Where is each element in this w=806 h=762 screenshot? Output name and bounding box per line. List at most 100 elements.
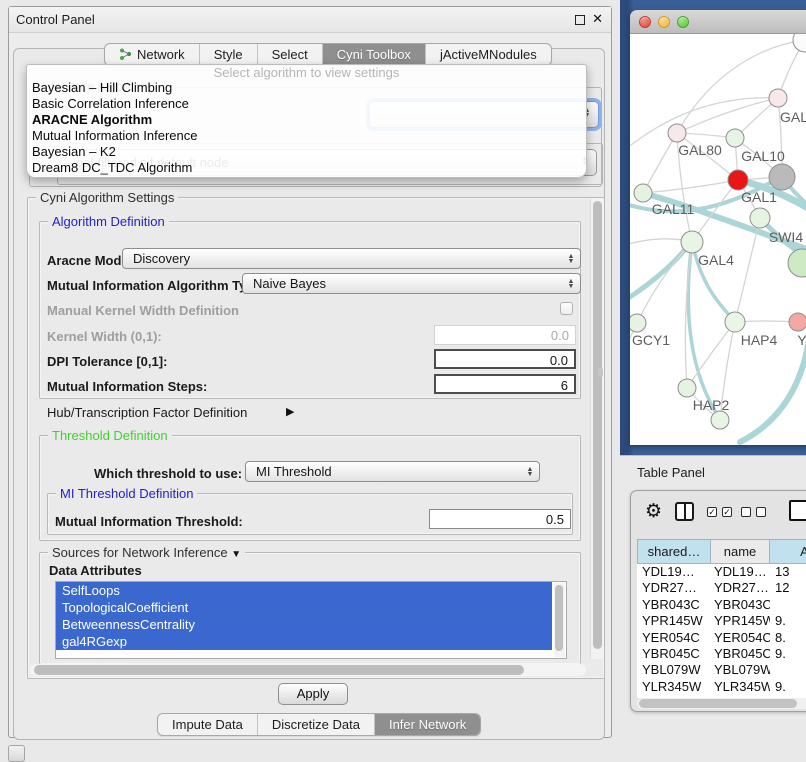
algorithm-option-bayesian-k2[interactable]: Bayesian – K2: [27, 144, 586, 160]
algorithm-dropdown-popup: Select algorithm to view settings Bayesi…: [26, 64, 587, 178]
scrollbar-thumb[interactable]: [593, 201, 602, 649]
settings-horizontal-scrollbar[interactable]: [30, 664, 586, 676]
table-row[interactable]: YDL19…YDL19…13: [637, 564, 806, 580]
algorithm-option-bayesian-hill-climbing[interactable]: Bayesian – Hill Climbing: [27, 80, 586, 96]
algorithm-option-basic-correlation-inference[interactable]: Basic Correlation Inference: [27, 96, 586, 112]
dpi-tolerance-field[interactable]: 0.0: [434, 349, 576, 369]
table-row[interactable]: YDR27…YDR27…12: [637, 580, 806, 596]
network-node[interactable]: [711, 411, 729, 429]
table-row[interactable]: YBR043CYBR043C: [637, 597, 806, 613]
select-all-checkbox-icon[interactable]: ✓: [707, 507, 717, 517]
node-label-gal: GAL: [780, 109, 806, 125]
zoom-window-button[interactable]: [677, 16, 689, 28]
network-node-gal1[interactable]: [728, 170, 748, 190]
node-label-hap2: HAP2: [693, 397, 730, 413]
select-all-checkbox-icon[interactable]: ✓: [722, 507, 732, 517]
column-header-a[interactable]: A: [770, 539, 806, 564]
table-horizontal-scrollbar[interactable]: [637, 698, 806, 709]
dpi-tolerance-label: DPI Tolerance [0,1]:: [47, 354, 167, 369]
algorithm-option-dream8-dc-tdc-algorithm[interactable]: Dream8 DC_TDC Algorithm: [27, 160, 586, 176]
network-node-gal4[interactable]: [681, 231, 703, 253]
network-node-y[interactable]: [789, 313, 806, 331]
kernel-width-field[interactable]: 0.0: [434, 325, 576, 345]
algorithm-option-aracne-algorithm[interactable]: ARACNE Algorithm: [27, 112, 586, 128]
table-cell: YDR27…: [711, 580, 770, 596]
combo-arrows-icon: ▲▼: [523, 467, 539, 477]
table-row[interactable]: YBR045CYBR045C9.: [637, 646, 806, 662]
divider: [620, 455, 806, 456]
algorithm-option-mutual-information-inference[interactable]: Mutual Information Inference: [27, 128, 586, 144]
table-cell: YPR145W: [711, 613, 770, 629]
minimize-window-button[interactable]: [658, 16, 670, 28]
tab-label: Infer Network: [389, 717, 466, 732]
network-node-gcy1[interactable]: [630, 314, 646, 332]
network-canvas[interactable]: GALGAL80GAL10GAL1GAL11SWI4GAL4GCY1HAP4YH…: [630, 34, 806, 445]
manual-kernel-label: Manual Kernel Width Definition: [47, 303, 239, 318]
document-icon[interactable]: [789, 500, 806, 521]
apply-button[interactable]: Apply: [278, 683, 348, 705]
tab-jactivemnodules[interactable]: jActiveMNodules: [426, 44, 551, 65]
column-header-name[interactable]: name: [711, 539, 770, 564]
collapsed-arrow-icon[interactable]: ▶: [286, 405, 294, 418]
table-cell: 9.: [770, 679, 806, 695]
list-vertical-scrollbar[interactable]: [554, 583, 565, 657]
expanded-arrow-icon[interactable]: ▼: [231, 549, 241, 560]
manual-kernel-checkbox[interactable]: [560, 302, 573, 315]
network-node-hap2[interactable]: [678, 379, 696, 397]
table-row[interactable]: YPR145WYPR145W9.: [637, 613, 806, 629]
splitpane-divider-handle[interactable]: [598, 368, 603, 377]
column-header-shared[interactable]: shared…: [637, 539, 711, 564]
network-node[interactable]: [788, 249, 806, 277]
list-item-selfloops[interactable]: SelfLoops: [56, 582, 552, 599]
aracne-mode-combo[interactable]: Discovery ▲▼: [122, 248, 581, 269]
deselect-checkbox-icon[interactable]: [756, 507, 766, 517]
tab-label: Network: [137, 47, 185, 62]
deselect-checkbox-icon[interactable]: [741, 507, 751, 517]
mi-threshold-field[interactable]: 0.5: [429, 509, 571, 529]
list-item-gal4rgexp[interactable]: gal4RGexp: [56, 633, 552, 650]
tab-cyni-toolbox[interactable]: Cyni Toolbox: [323, 44, 426, 65]
scrollbar-thumb[interactable]: [34, 665, 524, 675]
mi-threshold-definition-title: MI Threshold Definition: [56, 486, 197, 501]
data-attributes-list[interactable]: SelfLoopsTopologicalCoefficientBetweenne…: [55, 581, 567, 659]
scrollbar-thumb[interactable]: [555, 585, 563, 651]
mi-steps-field[interactable]: 6: [434, 374, 576, 394]
network-node-gal11[interactable]: [634, 184, 652, 202]
tab-select[interactable]: Select: [258, 44, 323, 65]
network-node-gal[interactable]: [769, 89, 787, 107]
gear-icon[interactable]: ⚙: [645, 500, 662, 523]
table-row[interactable]: YLR345WYLR345W9.: [637, 679, 806, 695]
close-window-button[interactable]: [639, 16, 651, 28]
settings-vertical-scrollbar[interactable]: [590, 199, 603, 659]
list-item-betweennesscentrality[interactable]: BetweennessCentrality: [56, 616, 552, 633]
network-node[interactable]: [793, 34, 806, 52]
which-threshold-combo[interactable]: MI Threshold ▲▼: [245, 461, 540, 482]
tab-infer-network[interactable]: Infer Network: [375, 714, 480, 735]
float-window-icon[interactable]: [575, 15, 585, 25]
table-cell: YBL079W: [637, 662, 711, 678]
control-panel-titlebar: Control Panel ✕: [9, 7, 611, 33]
tab-label: Cyni Toolbox: [337, 47, 411, 62]
network-node[interactable]: [769, 164, 795, 190]
network-node-gal80[interactable]: [668, 124, 686, 142]
restore-panel-button[interactable]: [8, 745, 25, 762]
tab-network[interactable]: Network: [105, 44, 200, 65]
network-window: GALGAL80GAL10GAL1GAL11SWI4GAL4GCY1HAP4YH…: [630, 10, 806, 445]
mi-type-combo[interactable]: Naive Bayes ▲▼: [242, 273, 581, 294]
network-node-swi4[interactable]: [750, 208, 770, 228]
tab-discretize-data[interactable]: Discretize Data: [258, 714, 375, 735]
list-item-topologicalcoefficient[interactable]: TopologicalCoefficient: [56, 599, 552, 616]
table-cell: YBL079W: [711, 662, 770, 678]
network-node-hap4[interactable]: [725, 312, 745, 332]
table-row[interactable]: YER054CYER054C8.: [637, 630, 806, 646]
tab-impute-data[interactable]: Impute Data: [158, 714, 258, 735]
scrollbar-thumb[interactable]: [639, 699, 797, 708]
table-row[interactable]: YBL079WYBL079W: [637, 662, 806, 678]
network-node-gal10[interactable]: [726, 129, 744, 147]
split-columns-icon[interactable]: [675, 502, 694, 521]
table-cell: [770, 597, 806, 613]
close-icon[interactable]: ✕: [592, 11, 603, 27]
hub-tf-definition-label[interactable]: Hub/Transcription Factor Definition: [47, 405, 247, 420]
network-window-titlebar[interactable]: [630, 10, 806, 34]
tab-style[interactable]: Style: [200, 44, 258, 65]
